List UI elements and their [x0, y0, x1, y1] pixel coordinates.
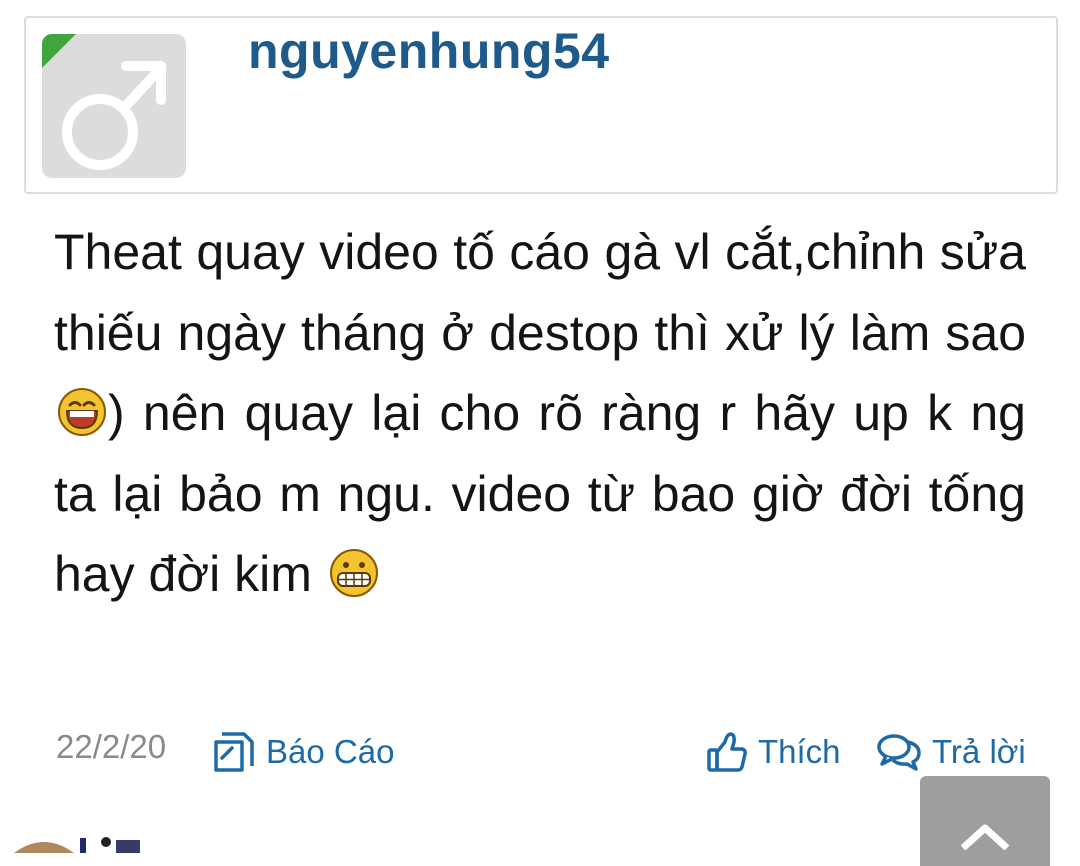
male-symbol-icon [42, 34, 166, 170]
user-info-card: nguyenhung54 [24, 16, 1058, 194]
thumbnail-strip[interactable] [10, 832, 150, 853]
like-button[interactable]: Thích [706, 726, 841, 778]
reply-button[interactable]: Trả lời [876, 726, 1026, 778]
post-footer: 22/2/20 Báo Cáo Thích Trả lời [0, 720, 1080, 784]
chevron-up-icon [960, 824, 1010, 850]
report-flag-icon [214, 732, 254, 772]
post-message: Theat quay video tố cáo gà vl cắt,chỉnh … [54, 212, 1026, 615]
reply-label: Trả lời [932, 733, 1026, 770]
thumbs-up-icon [707, 732, 747, 772]
message-line: đời kim [148, 546, 312, 602]
grinning-emoji-icon [329, 549, 378, 597]
message-line: ) nên quay [108, 385, 354, 441]
report-label: Báo Cáo [266, 733, 395, 770]
avatar[interactable] [42, 34, 186, 178]
speech-bubbles-icon [877, 734, 921, 771]
online-indicator [42, 34, 76, 68]
post-date[interactable]: 22/2/20 [56, 728, 166, 766]
username-link[interactable]: nguyenhung54 [248, 22, 610, 80]
message-line: Theat quay video tố cáo gà vl [54, 224, 711, 280]
message-line: destop thì xử lý làm sao [489, 304, 1026, 361]
like-label: Thích [758, 733, 841, 770]
laughing-emoji-icon [58, 388, 106, 436]
report-button[interactable]: Báo Cáo [212, 726, 394, 778]
